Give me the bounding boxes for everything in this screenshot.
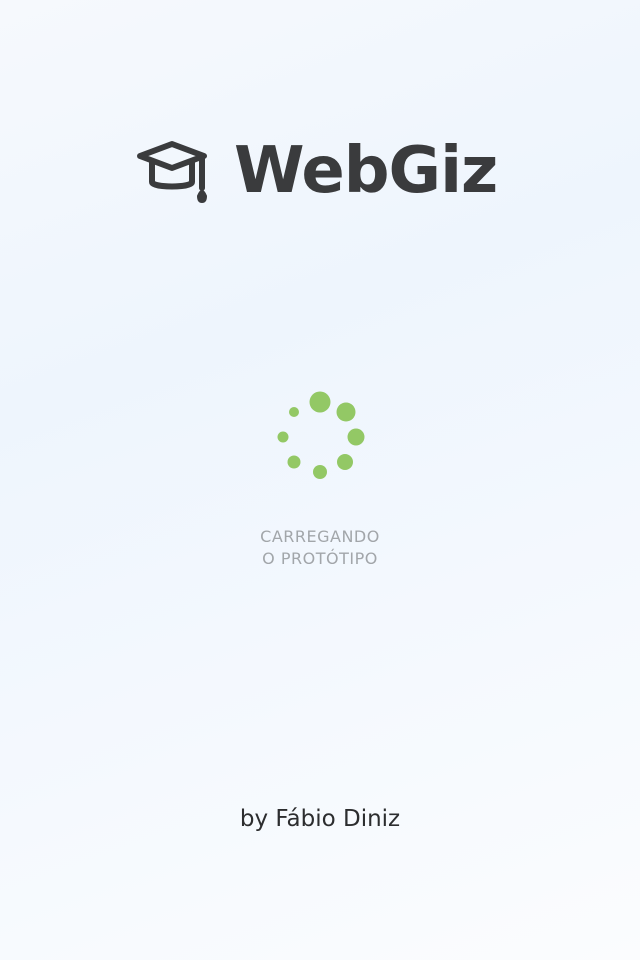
loading-line-1: CARREGANDO: [260, 527, 380, 546]
spinner-dot: [336, 402, 356, 422]
spinner-dot: [337, 454, 353, 470]
loading-spinner: [270, 387, 370, 487]
spinner-dot: [289, 407, 299, 417]
graduation-cap-icon: [136, 136, 208, 208]
spinner-dot: [347, 428, 365, 446]
author-credit: by Fábio Diniz: [239, 806, 401, 832]
spinner-dot: [277, 431, 289, 443]
loading-message: CARREGANDO O PROTÓTIPO: [0, 526, 640, 570]
spinner-dot: [287, 455, 301, 469]
spinner-dot: [313, 465, 327, 479]
loading-line-2: O PROTÓTIPO: [262, 549, 378, 568]
spinner-dot: [309, 391, 331, 413]
app-logo: WebGiz: [136, 132, 504, 212]
loading-screen: WebGiz CARREGANDO O PROTÓTIPO by Fábio D…: [0, 0, 640, 960]
app-title: WebGiz: [234, 134, 498, 208]
